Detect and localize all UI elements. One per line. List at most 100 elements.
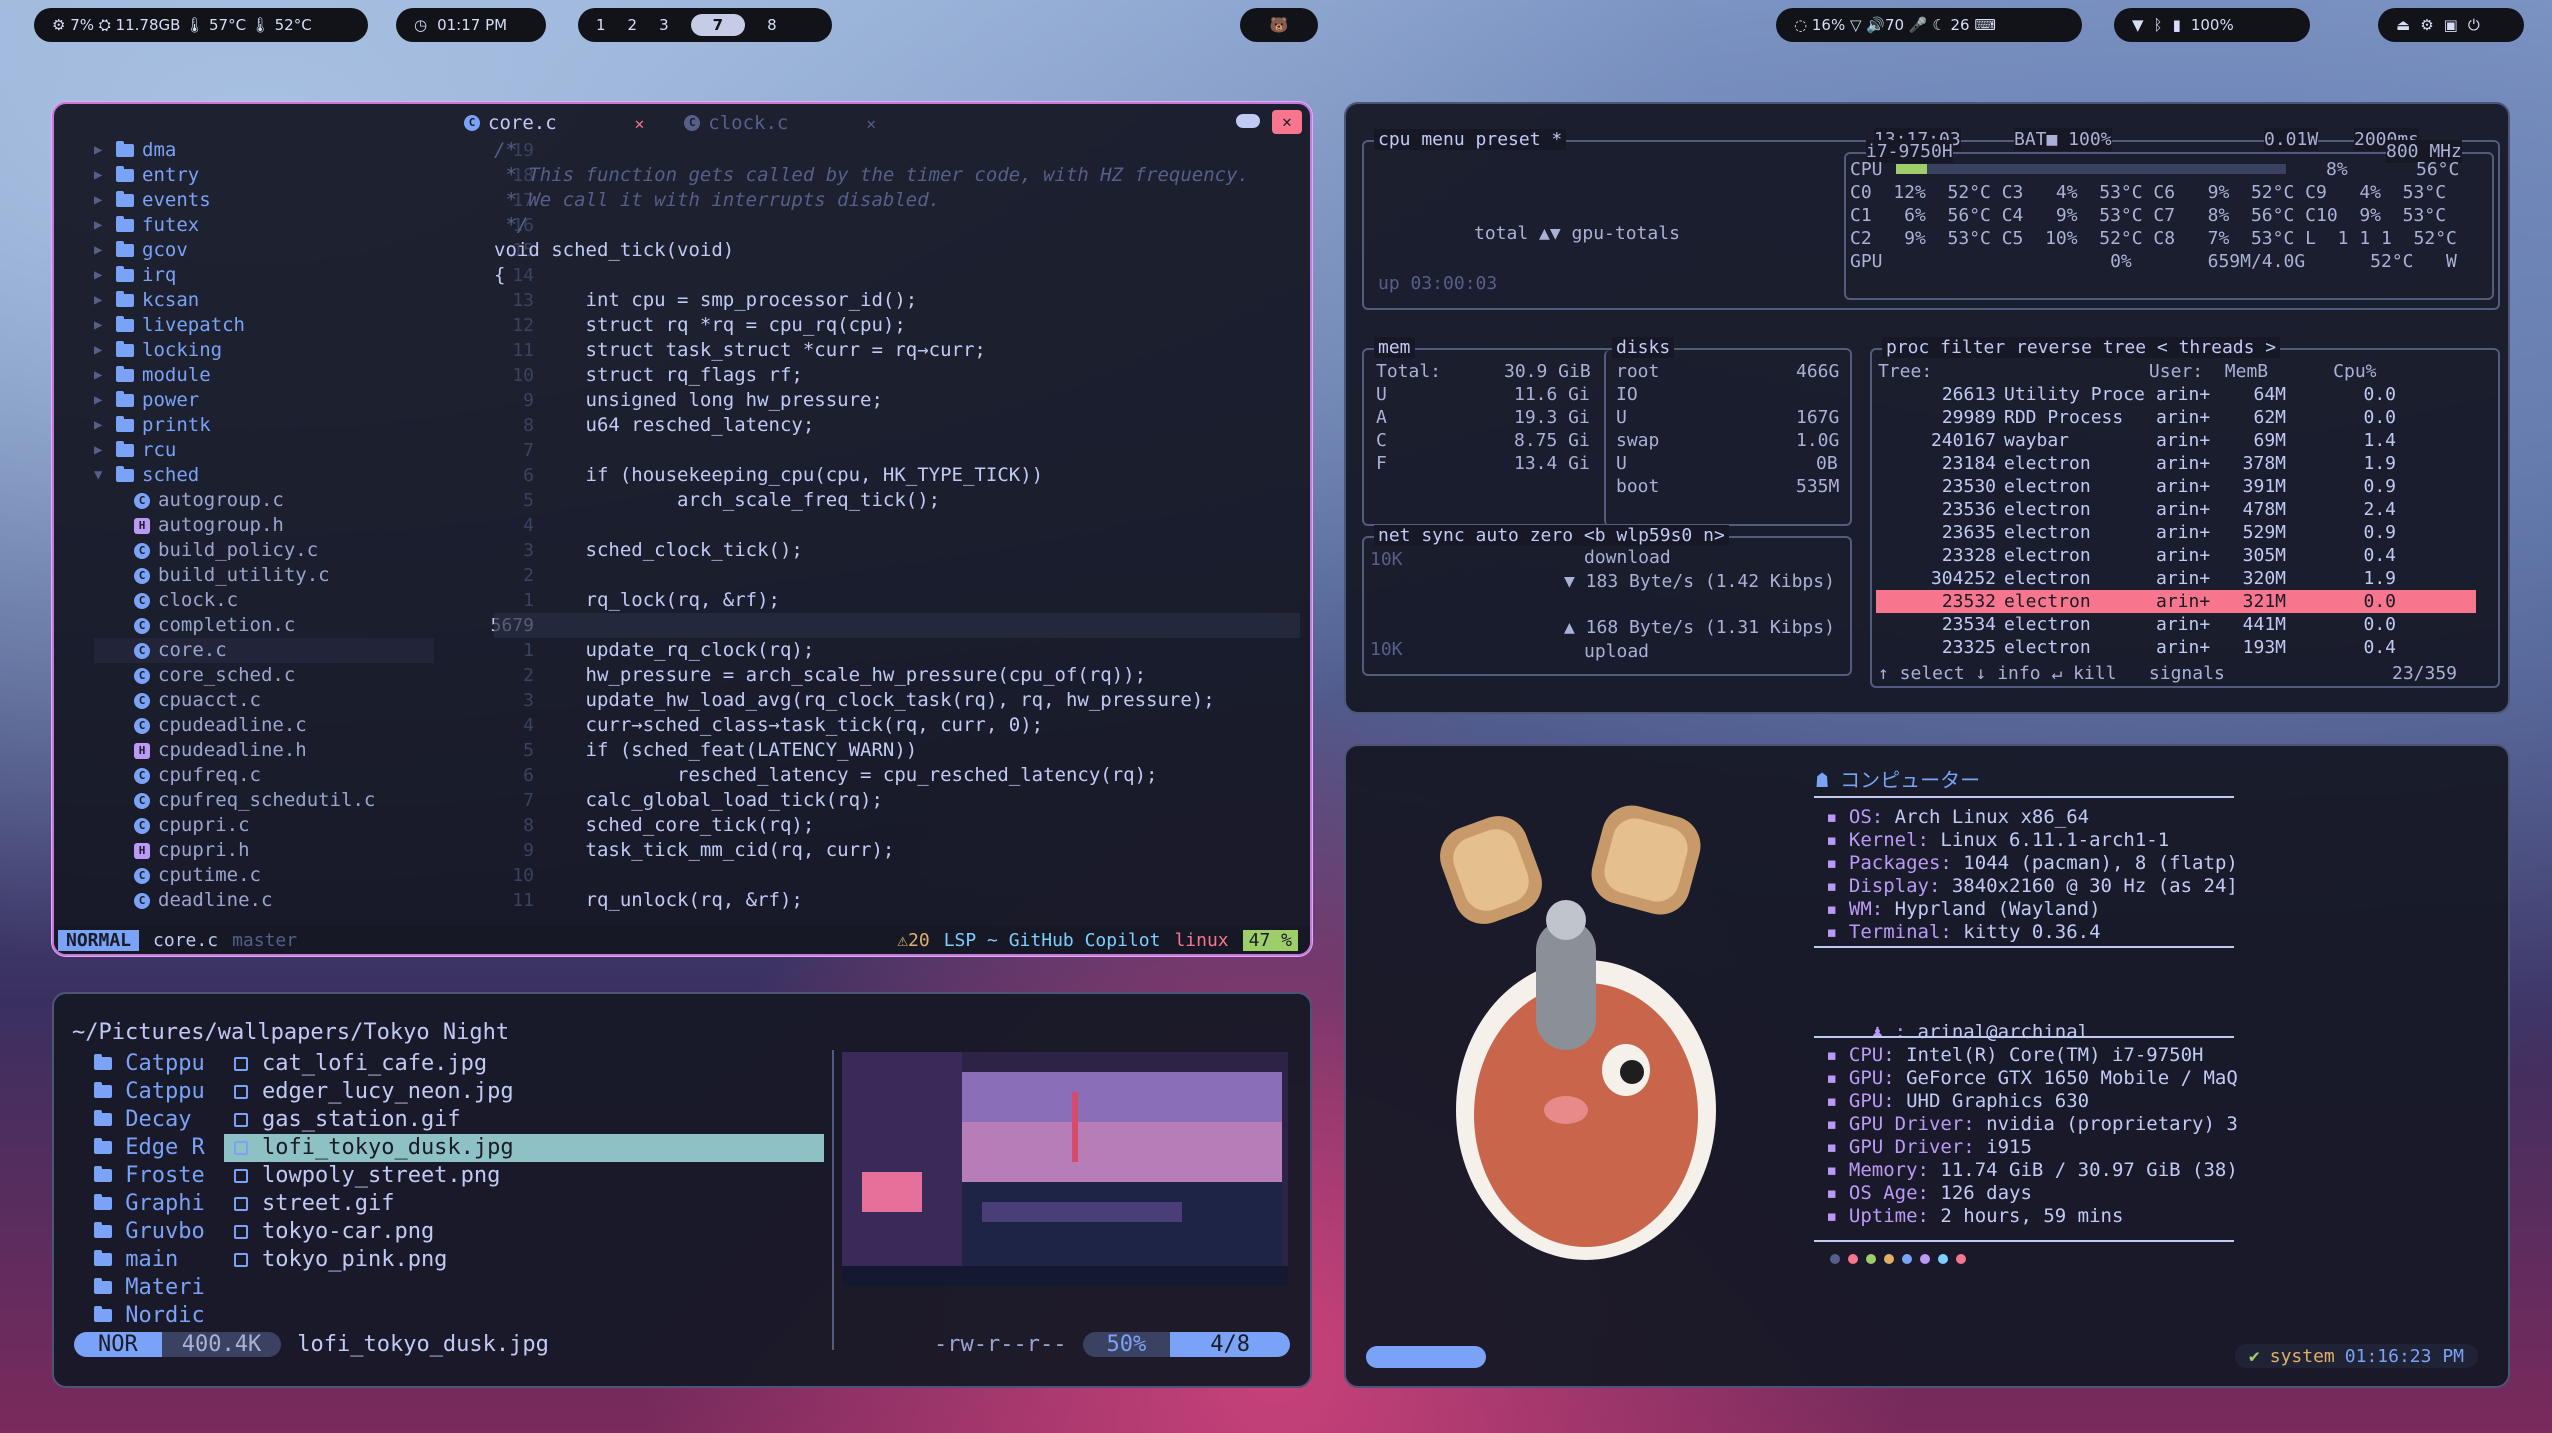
process-row[interactable]: 26613 Utility Proce arin+ 64M 0.0 [1876,383,2476,406]
code-line[interactable]: sched_core_tick(rq); [494,813,1300,838]
file-list[interactable]: cat_lofi_cafe.jpg edger_lucy_neon.jpg gas_… [224,1050,824,1274]
tree-folder[interactable]: ▶ printk [94,413,434,438]
process-row[interactable]: 23635 electron arin+ 529M 0.9 [1876,521,2476,544]
parent-dir-item[interactable]: main [94,1246,205,1274]
code-line[interactable] [494,438,1300,463]
code-line[interactable]: struct rq *rq = cpu_rq(cpu); [494,313,1300,338]
tree-folder[interactable]: ▶ module [94,363,434,388]
code-line[interactable] [494,513,1300,538]
process-row[interactable]: 29989 RDD Process arin+ 62M 0.0 [1876,406,2476,429]
code-buffer[interactable]: /* * This function gets called by the ti… [494,138,1300,913]
process-row[interactable]: 23536 electron arin+ 478M 2.4 [1876,498,2476,521]
parent-dir-item[interactable]: Materi [94,1274,205,1302]
cpu-header[interactable]: cpu menu preset * [1378,129,1562,150]
code-line[interactable]: rq_unlock(rq, &rf); [494,888,1300,913]
close-window-button[interactable]: ✕ [1272,110,1302,134]
code-line[interactable]: { [494,263,1300,288]
file-tree[interactable]: ▶ dma ▶ entry ▶ events ▶ futex ▶ gcov ▶ irq ▶ kcsan ▶ l… [94,138,434,913]
btop-window[interactable]: cpu menu preset * 13:17:03 BAT■ 100% 0.0… [1344,102,2510,714]
code-line[interactable]: rq_lock(rq, &rf); [494,588,1300,613]
tree-file[interactable]: Hcpudeadline.h [94,738,434,763]
parent-dir-item[interactable]: Nordic [94,1302,205,1330]
battery-pill[interactable]: ▼ ᛒ ▮ 100% [2114,8,2310,42]
proc-footer[interactable]: ↑ select ↓ info ↵ kill signals [1878,662,2225,685]
editor-window[interactable]: ▶ dma ▶ entry ▶ events ▶ futex ▶ gcov ▶ irq ▶ kcsan ▶ l… [52,102,1312,956]
tab-clock[interactable]: C clock.c ✕ [684,112,876,134]
file-item[interactable]: cat_lofi_cafe.jpg [224,1050,824,1078]
tray-pill[interactable]: ◌ 16% ▽ 🔊70 🎤 ☾ 26 ⌨ [1776,8,2082,42]
tree-folder[interactable]: ▼ sched [94,463,434,488]
process-row[interactable]: 23532 electron arin+ 321M 0.0 [1876,590,2476,613]
code-line[interactable]: u64 resched_latency; [494,413,1300,438]
parent-dir-item[interactable]: Edge R [94,1134,205,1162]
file-manager-window[interactable]: ~/Pictures/wallpapers/Tokyo Night Catppu… [52,992,1312,1388]
code-line[interactable]: task_tick_mm_cid(rq, curr); [494,838,1300,863]
tree-file[interactable]: Ccputime.c [94,863,434,888]
code-line[interactable]: */ [494,213,1300,238]
code-line[interactable] [494,863,1300,888]
proc-rows[interactable]: 26613 Utility Proce arin+ 64M 0.0 29989 RDD Pr… [1876,383,2476,659]
lock-icon[interactable]: ⏏ [2396,16,2410,34]
tree-folder[interactable]: ▶ gcov [94,238,434,263]
file-item[interactable]: gas_station.gif [224,1106,824,1134]
tree-file[interactable]: Ccpufreq_schedutil.c [94,788,434,813]
settings-icon[interactable]: ⚙ [2420,16,2433,34]
code-line[interactable]: int cpu = smp_processor_id(); [494,288,1300,313]
tree-folder[interactable]: ▶ rcu [94,438,434,463]
workspace-7[interactable]: 7 [690,14,746,36]
code-line[interactable]: update_rq_clock(rq); [494,638,1300,663]
parent-dir-item[interactable]: Froste [94,1162,205,1190]
code-line[interactable]: * We call it with interrupts disabled. [494,188,1300,213]
process-row[interactable]: 23534 electron arin+ 441M 0.0 [1876,613,2476,636]
tree-folder[interactable]: ▶ livepatch [94,313,434,338]
code-line[interactable]: resched_latency = cpu_resched_latency(rq… [494,763,1300,788]
tree-folder[interactable]: ▶ locking [94,338,434,363]
parent-dir-item[interactable]: Decay [94,1106,205,1134]
file-item[interactable]: lofi_tokyo_dusk.jpg [224,1134,824,1162]
window-icon[interactable]: ▣ [2444,16,2458,34]
code-line[interactable]: unsigned long hw_pressure; [494,388,1300,413]
process-row[interactable]: 240167 waybar arin+ 69M 1.4 [1876,429,2476,452]
tree-file[interactable]: Ccompletion.c [94,613,434,638]
tree-folder[interactable]: ▶ power [94,388,434,413]
file-item[interactable]: edger_lucy_neon.jpg [224,1078,824,1106]
tree-file[interactable]: Hcpupri.h [94,838,434,863]
code-line[interactable] [494,563,1300,588]
workspace-8[interactable]: 8 [767,16,777,34]
close-tab-icon[interactable]: ✕ [866,114,876,133]
code-line[interactable]: struct rq_flags rf; [494,363,1300,388]
tab-core[interactable]: C core.c ✕ [464,112,644,134]
tree-file[interactable]: Cdeadline.c [94,888,434,913]
tree-file[interactable]: Cautogroup.c [94,488,434,513]
workspace-1[interactable]: 1 [596,16,606,34]
tree-folder[interactable]: ▶ entry [94,163,434,188]
tree-file[interactable]: Ccore_sched.c [94,663,434,688]
tree-file[interactable]: Ccpupri.c [94,813,434,838]
clock-pill[interactable]: ◷ 01:17 PM [396,8,546,42]
code-line[interactable]: update_hw_load_avg(rq_clock_task(rq), rq… [494,688,1300,713]
process-row[interactable]: 23184 electron arin+ 378M 1.9 [1876,452,2476,475]
system-stats-pill[interactable]: ⚙ 7% ⛭ 11.78GB 🌡 57°C 🌡 52°C [34,8,368,42]
tree-file[interactable]: Ccpudeadline.c [94,713,434,738]
workspace-3[interactable]: 3 [659,16,669,34]
tree-file[interactable]: Ccpufreq.c [94,763,434,788]
tree-folder[interactable]: ▶ futex [94,213,434,238]
power-icon[interactable]: ⏻ [2468,16,2480,34]
code-line[interactable]: sched_clock_tick(); [494,538,1300,563]
workspace-2[interactable]: 2 [628,16,638,34]
parent-dir-list[interactable]: Catppu Catppu Decay Edge R Froste Graphi… [94,1050,205,1330]
code-line[interactable] [494,613,1300,638]
code-line[interactable]: calc_global_load_tick(rq); [494,788,1300,813]
tree-file[interactable]: Cbuild_utility.c [94,563,434,588]
file-item[interactable]: tokyo-car.png [224,1218,824,1246]
code-line[interactable]: struct task_struct *curr = rq→curr; [494,338,1300,363]
file-item[interactable]: street.gif [224,1190,824,1218]
tree-folder[interactable]: ▶ events [94,188,434,213]
process-row[interactable]: 23325 electron arin+ 193M 0.4 [1876,636,2476,659]
tree-file[interactable]: Ccore.c [94,638,434,663]
code-line[interactable]: void sched_tick(void) [494,238,1300,263]
parent-dir-item[interactable]: Catppu [94,1050,205,1078]
code-line[interactable]: if (sched_feat(LATENCY_WARN)) [494,738,1300,763]
close-tab-icon[interactable]: ✕ [635,114,645,133]
code-line[interactable]: hw_pressure = arch_scale_hw_pressure(cpu… [494,663,1300,688]
